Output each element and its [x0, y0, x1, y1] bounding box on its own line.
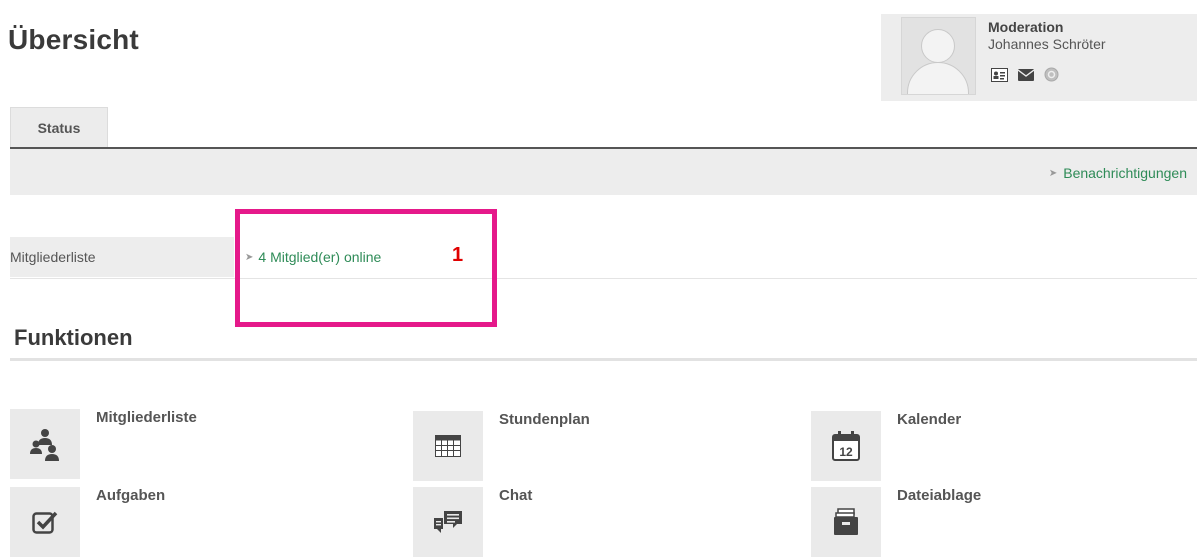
notifications-label: Benachrichtigungen: [1063, 165, 1187, 181]
status-bar: ➤ Benachrichtigungen: [10, 149, 1197, 195]
avatar-head: [921, 29, 955, 63]
section-divider: [10, 358, 1197, 361]
annotation-number: 1: [452, 244, 464, 266]
profile-role: Moderation: [988, 19, 1064, 35]
avatar-shoulders: [907, 62, 969, 94]
annotation-highlight-box: [235, 209, 497, 327]
row-divider: [10, 278, 1197, 279]
profile-box: Moderation Johannes Schröter: [881, 14, 1197, 101]
function-tile-label: Aufgaben: [96, 487, 166, 504]
file-storage-icon: [811, 487, 881, 557]
function-tile-label: Kalender: [897, 411, 962, 428]
chat-icon: [413, 487, 483, 557]
chevron-right-icon: ➤: [1048, 167, 1058, 179]
avatar[interactable]: [901, 17, 976, 95]
profile-name: Johannes Schröter: [988, 36, 1106, 52]
members-row-label: Mitgliederliste: [10, 237, 234, 277]
calendar-icon: 12: [811, 411, 881, 481]
page-title: Übersicht: [8, 24, 139, 55]
timetable-icon: [413, 411, 483, 481]
tasks-icon: [10, 487, 80, 557]
members-icon: [10, 409, 80, 479]
mail-icon[interactable]: [1017, 67, 1034, 82]
notifications-link[interactable]: ➤ Benachrichtigungen: [1049, 165, 1187, 181]
contact-card-icon[interactable]: [991, 67, 1008, 82]
function-tile-label: Mitgliederliste: [96, 409, 197, 426]
function-tile-label: Chat: [499, 487, 533, 504]
calendar-icon-day: 12: [839, 445, 853, 459]
section-title-functions: Funktionen: [14, 325, 133, 350]
function-tile-label: Dateiablage: [897, 487, 982, 504]
tab-status[interactable]: Status: [10, 107, 108, 147]
members-row-label-text: Mitgliederliste: [10, 249, 96, 265]
profile-actions: [991, 67, 1060, 82]
status-icon[interactable]: [1043, 67, 1060, 82]
function-tile-label: Stundenplan: [499, 411, 590, 428]
